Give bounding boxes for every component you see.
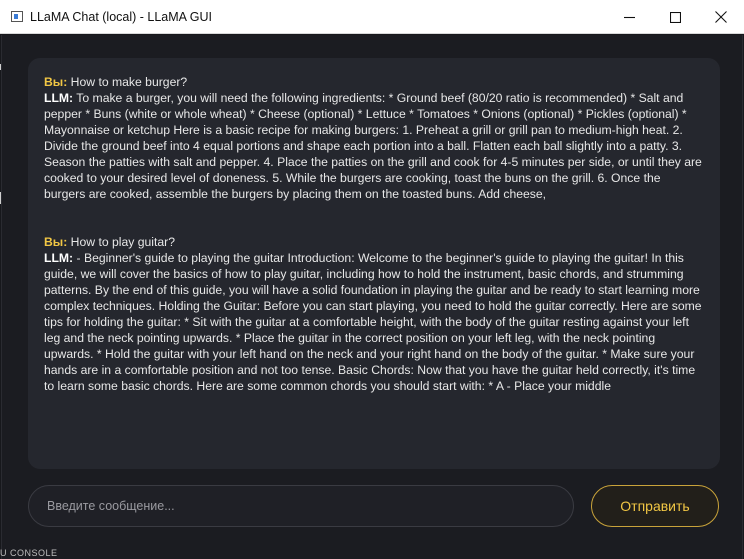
user-label: Вы: — [44, 235, 68, 249]
llm-message-text: To make a burger, you will need the foll… — [44, 91, 702, 201]
user-message: Вы: How to make burger? — [44, 74, 704, 90]
user-label: Вы: — [44, 75, 68, 89]
window-title: LLaMA Chat (local) - LLaMA GUI — [30, 10, 213, 24]
user-message: Вы: How to play guitar? — [44, 234, 704, 250]
user-message-text: How to play guitar? — [70, 235, 175, 249]
send-button[interactable]: Отправить — [591, 485, 719, 527]
maximize-icon — [669, 11, 681, 23]
chat-window-icon — [11, 11, 23, 22]
chat-app: Вы: How to make burger? LLM: To make a b… — [1, 35, 743, 559]
llm-message: LLM: To make a burger, you will need the… — [44, 90, 704, 202]
chat-history[interactable]: Вы: How to make burger? LLM: To make a b… — [28, 58, 720, 469]
close-icon — [715, 11, 727, 23]
message-pair: Вы: How to play guitar? LLM: - Beginner'… — [44, 234, 704, 394]
background-console-label: U CONSOLE — [0, 548, 58, 558]
llm-label: LLM: — [44, 251, 74, 265]
llm-message-text: - Beginner's guide to playing the guitar… — [44, 251, 702, 393]
user-message-text: How to make burger? — [70, 75, 188, 89]
minimize-button[interactable] — [606, 0, 652, 34]
close-button[interactable] — [698, 0, 744, 34]
message-input[interactable] — [28, 485, 574, 527]
title-bar: LLaMA Chat (local) - LLaMA GUI — [0, 0, 744, 34]
message-pair: Вы: How to make burger? LLM: To make a b… — [44, 74, 704, 202]
llm-message: LLM: - Beginner's guide to playing the g… — [44, 250, 704, 394]
llm-label: LLM: — [44, 91, 74, 105]
maximize-button[interactable] — [652, 0, 698, 34]
minimize-icon — [623, 12, 635, 23]
